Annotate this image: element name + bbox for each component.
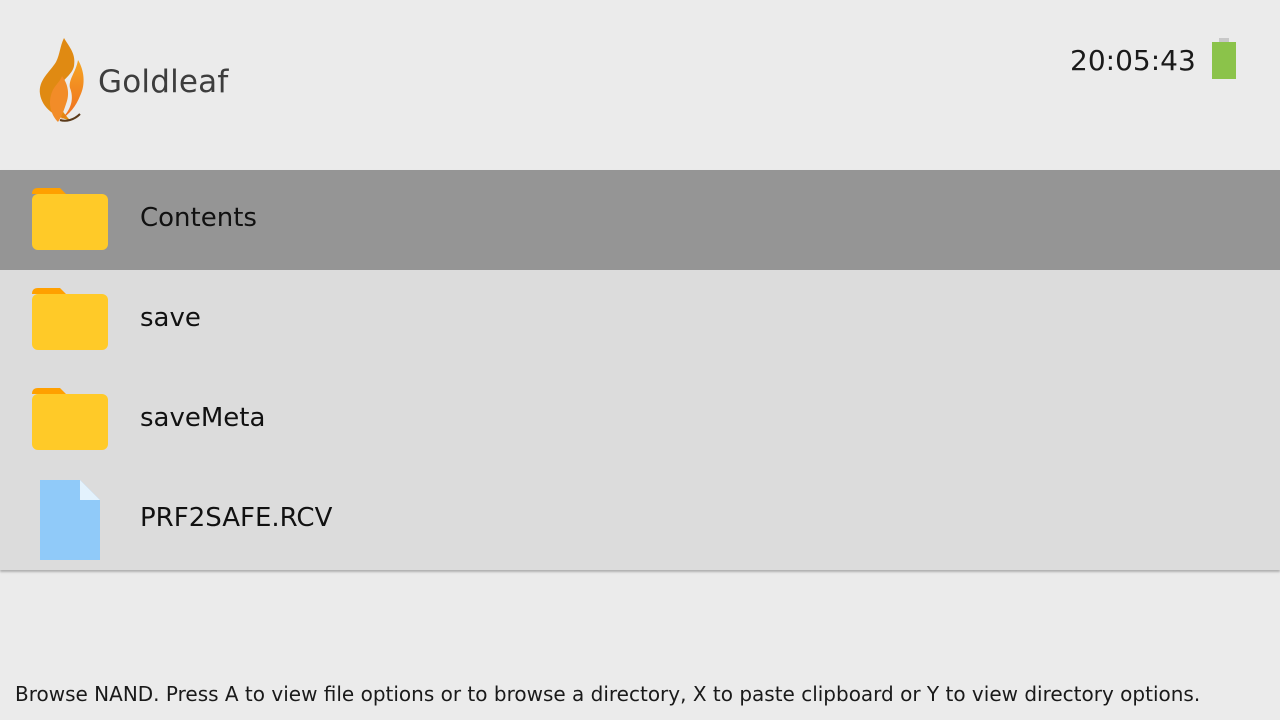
item-name: Contents: [140, 203, 257, 233]
battery-full-icon: [1212, 38, 1236, 79]
folder-icon: [32, 388, 108, 450]
footer-hint: Browse NAND. Press A to view file option…: [15, 682, 1201, 706]
item-name: saveMeta: [140, 403, 266, 433]
app-title: Goldleaf: [98, 64, 229, 100]
folder-icon: [32, 288, 108, 350]
item-name: save: [140, 303, 201, 333]
header: Goldleaf 20:05:43: [0, 0, 1280, 170]
file-browser-list: Contents save saveMeta PRF2SAFE.RCV: [0, 170, 1280, 570]
list-item-folder-save[interactable]: save: [0, 270, 1280, 370]
list-item-folder-savemeta[interactable]: saveMeta: [0, 370, 1280, 470]
list-item-folder-contents[interactable]: Contents: [0, 170, 1280, 270]
goldleaf-flame-logo: [39, 38, 84, 122]
item-name: PRF2SAFE.RCV: [140, 503, 333, 533]
clock: 20:05:43: [1070, 44, 1196, 77]
file-icon: [40, 480, 100, 560]
folder-icon: [32, 188, 108, 250]
list-item-file-prf2safe[interactable]: PRF2SAFE.RCV: [0, 470, 1280, 570]
